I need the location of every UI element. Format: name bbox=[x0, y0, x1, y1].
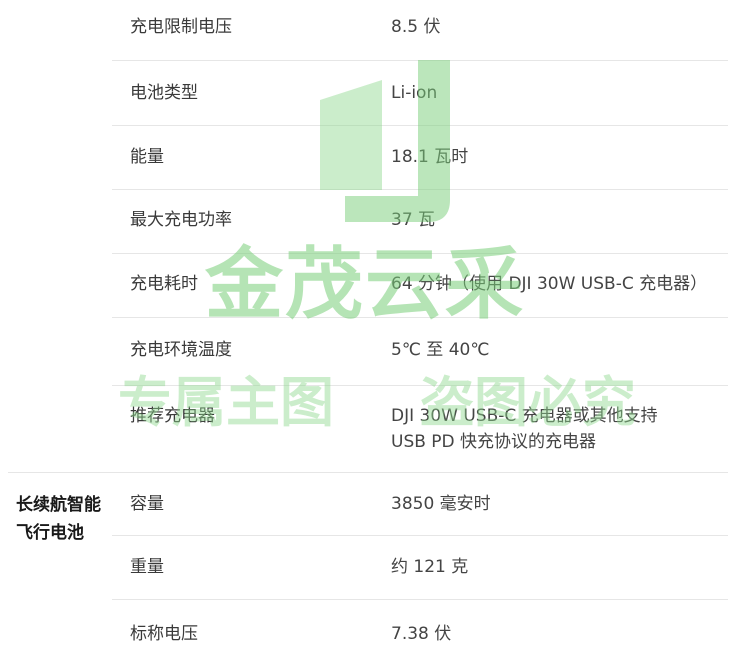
spec-value: 64 分钟（使用 DJI 30W USB-C 充电器） bbox=[391, 274, 708, 294]
row-divider bbox=[112, 385, 728, 386]
row-divider bbox=[112, 189, 728, 190]
spec-value-line1: DJI 30W USB-C 充电器或其他支持 bbox=[391, 406, 658, 426]
spec-value: 8.5 伏 bbox=[391, 17, 441, 37]
spec-label: 最大充电功率 bbox=[130, 210, 232, 230]
section-title-line2: 飞行电池 bbox=[16, 523, 84, 543]
section-title: 长续航智能 飞行电池 bbox=[16, 491, 112, 547]
spec-label: 重量 bbox=[130, 557, 164, 577]
spec-label: 电池类型 bbox=[130, 83, 198, 103]
spec-label: 充电环境温度 bbox=[130, 340, 232, 360]
spec-value: 7.38 伏 bbox=[391, 624, 452, 644]
spec-value: 5℃ 至 40℃ bbox=[391, 340, 490, 360]
spec-value: 约 121 克 bbox=[391, 557, 469, 577]
spec-value: 18.1 瓦时 bbox=[391, 147, 469, 167]
watermark: 金茂云采 专属主图 盗图必究 bbox=[0, 0, 756, 664]
section-title-line1: 长续航智能 bbox=[16, 495, 101, 515]
watermark-logo-icon bbox=[320, 60, 450, 222]
spec-label: 充电限制电压 bbox=[130, 17, 232, 37]
spec-value: Li-ion bbox=[391, 83, 438, 103]
row-divider bbox=[112, 599, 728, 600]
spec-value-line2: USB PD 快充协议的充电器 bbox=[391, 432, 597, 452]
row-divider bbox=[112, 125, 728, 126]
row-divider bbox=[112, 535, 728, 536]
section-divider bbox=[8, 472, 728, 473]
spec-label: 推荐充电器 bbox=[130, 406, 215, 426]
spec-label: 容量 bbox=[130, 494, 164, 514]
spec-label: 能量 bbox=[130, 147, 164, 167]
spec-value: 3850 毫安时 bbox=[391, 494, 491, 514]
row-divider bbox=[112, 253, 728, 254]
spec-label: 充电耗时 bbox=[130, 274, 198, 294]
row-divider bbox=[112, 317, 728, 318]
spec-label: 标称电压 bbox=[130, 624, 198, 644]
spec-value: 37 瓦 bbox=[391, 210, 436, 230]
row-divider bbox=[112, 60, 728, 61]
